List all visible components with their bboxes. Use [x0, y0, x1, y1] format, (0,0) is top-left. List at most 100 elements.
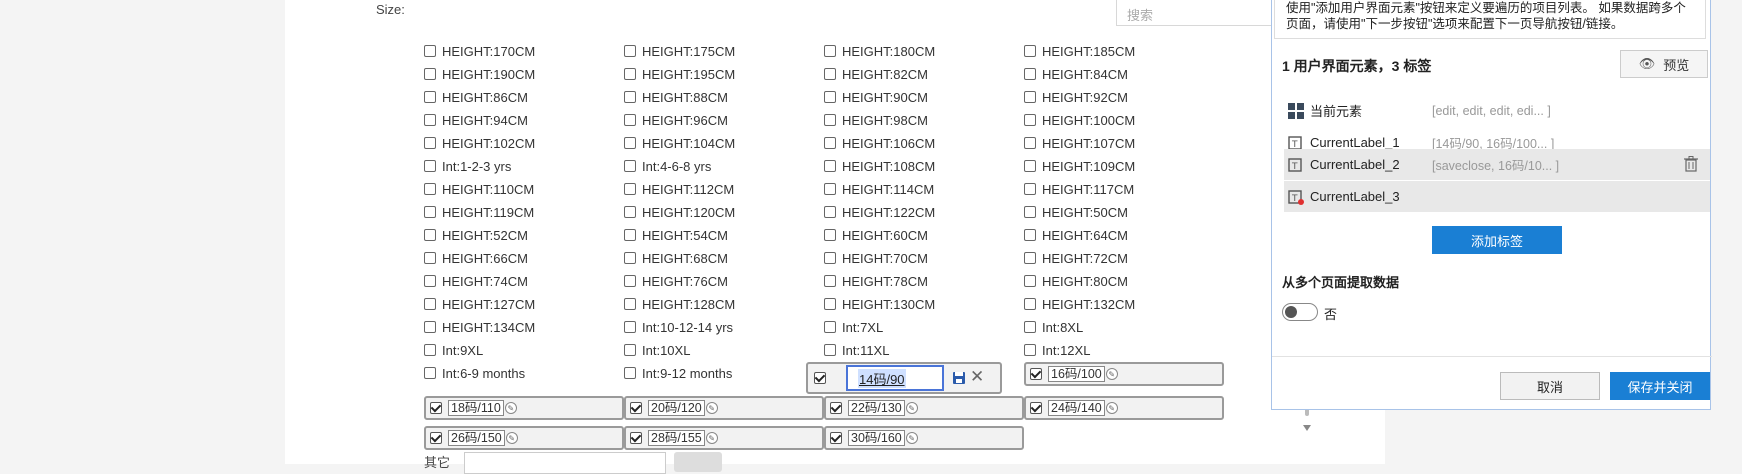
- size-option[interactable]: Int:11XL: [824, 341, 889, 359]
- size-option[interactable]: HEIGHT:185CM: [1024, 42, 1135, 60]
- value-tag[interactable]: 24码/140 ✎: [1024, 396, 1224, 420]
- checkbox[interactable]: [424, 91, 436, 103]
- edit-pencil-icon[interactable]: ✎: [505, 432, 518, 444]
- checkbox-checked[interactable]: [830, 402, 842, 414]
- size-option[interactable]: Int:9XL: [424, 341, 483, 359]
- checkbox[interactable]: [824, 344, 836, 356]
- checkbox[interactable]: [824, 45, 836, 57]
- size-option[interactable]: HEIGHT:109CM: [1024, 157, 1135, 175]
- checkbox[interactable]: [1024, 45, 1036, 57]
- checkbox[interactable]: [424, 344, 436, 356]
- edit-pencil-icon[interactable]: ✎: [705, 402, 718, 414]
- multi-page-toggle[interactable]: [1282, 303, 1318, 321]
- checkbox[interactable]: [624, 91, 636, 103]
- checkbox-checked[interactable]: [830, 432, 842, 444]
- checkbox[interactable]: [824, 160, 836, 172]
- size-option[interactable]: HEIGHT:119CM: [424, 203, 534, 221]
- edit-pencil-icon[interactable]: ✎: [1105, 402, 1118, 414]
- checkbox-checked[interactable]: [1030, 402, 1042, 414]
- size-option[interactable]: HEIGHT:66CM: [424, 249, 528, 267]
- checkbox[interactable]: [624, 114, 636, 126]
- size-option[interactable]: HEIGHT:108CM: [824, 157, 935, 175]
- checkbox[interactable]: [424, 183, 436, 195]
- size-option[interactable]: HEIGHT:76CM: [624, 272, 728, 290]
- size-option[interactable]: HEIGHT:117CM: [1024, 180, 1134, 198]
- checkbox[interactable]: [824, 252, 836, 264]
- checkbox[interactable]: [424, 206, 436, 218]
- checkbox[interactable]: [824, 321, 836, 333]
- checkbox[interactable]: [424, 298, 436, 310]
- save-icon[interactable]: [952, 371, 966, 385]
- search-input[interactable]: 搜索: [1116, 0, 1276, 26]
- cancel-button[interactable]: 取消: [1500, 372, 1600, 400]
- checkbox[interactable]: [824, 298, 836, 310]
- checkbox[interactable]: [424, 321, 436, 333]
- value-tag[interactable]: 22码/130 ✎: [824, 396, 1024, 420]
- checkbox[interactable]: [424, 252, 436, 264]
- size-option[interactable]: HEIGHT:127CM: [424, 295, 535, 313]
- size-option[interactable]: Int:6-9 months: [424, 364, 525, 382]
- size-option[interactable]: Int:10XL: [624, 341, 690, 359]
- edit-pencil-icon[interactable]: ✎: [905, 432, 918, 444]
- size-option[interactable]: HEIGHT:74CM: [424, 272, 528, 290]
- tag-edit-input[interactable]: 14码/90: [846, 365, 944, 391]
- checkbox[interactable]: [1024, 275, 1036, 287]
- size-option[interactable]: HEIGHT:82CM: [824, 65, 928, 83]
- checkbox[interactable]: [1024, 298, 1036, 310]
- checkbox[interactable]: [624, 137, 636, 149]
- other-button[interactable]: [674, 452, 722, 472]
- size-option[interactable]: HEIGHT:110CM: [424, 180, 534, 198]
- add-label-button[interactable]: 添加标签: [1432, 226, 1562, 254]
- trash-icon[interactable]: [1684, 156, 1698, 172]
- size-option[interactable]: HEIGHT:104CM: [624, 134, 735, 152]
- size-option[interactable]: Int:10-12-14 yrs: [624, 318, 733, 336]
- size-option[interactable]: HEIGHT:130CM: [824, 295, 935, 313]
- size-option[interactable]: HEIGHT:50CM: [1024, 203, 1128, 221]
- value-tag[interactable]: 16码/100 ✎: [1024, 362, 1224, 386]
- checkbox[interactable]: [1024, 68, 1036, 80]
- size-option[interactable]: HEIGHT:100CM: [1024, 111, 1135, 129]
- size-option[interactable]: HEIGHT:68CM: [624, 249, 728, 267]
- edit-pencil-icon[interactable]: ✎: [905, 402, 918, 414]
- size-option[interactable]: Int:7XL: [824, 318, 883, 336]
- size-option[interactable]: HEIGHT:64CM: [1024, 226, 1128, 244]
- size-option[interactable]: HEIGHT:78CM: [824, 272, 928, 290]
- checkbox[interactable]: [624, 183, 636, 195]
- checkbox-checked[interactable]: [630, 402, 642, 414]
- size-option[interactable]: HEIGHT:60CM: [824, 226, 928, 244]
- size-option[interactable]: Int:4-6-8 yrs: [624, 157, 711, 175]
- size-option[interactable]: HEIGHT:112CM: [624, 180, 734, 198]
- size-option[interactable]: HEIGHT:190CM: [424, 65, 535, 83]
- value-tag[interactable]: 28码/155 ✎: [624, 426, 824, 450]
- size-option[interactable]: HEIGHT:120CM: [624, 203, 735, 221]
- checkbox[interactable]: [624, 298, 636, 310]
- checkbox[interactable]: [624, 68, 636, 80]
- checkbox[interactable]: [424, 160, 436, 172]
- size-option[interactable]: Int:12XL: [1024, 341, 1090, 359]
- size-option[interactable]: HEIGHT:90CM: [824, 88, 928, 106]
- edit-pencil-icon[interactable]: ✎: [504, 402, 517, 414]
- size-option[interactable]: HEIGHT:92CM: [1024, 88, 1128, 106]
- checkbox[interactable]: [424, 367, 436, 379]
- checkbox[interactable]: [624, 321, 636, 333]
- checkbox[interactable]: [824, 183, 836, 195]
- checkbox[interactable]: [824, 68, 836, 80]
- size-option[interactable]: HEIGHT:102CM: [424, 134, 535, 152]
- size-option[interactable]: HEIGHT:134CM: [424, 318, 535, 336]
- checkbox[interactable]: [424, 275, 436, 287]
- checkbox[interactable]: [624, 45, 636, 57]
- checkbox[interactable]: [624, 367, 636, 379]
- editing-checkbox[interactable]: [814, 369, 832, 387]
- checkbox[interactable]: [424, 229, 436, 241]
- checkbox[interactable]: [824, 229, 836, 241]
- checkbox[interactable]: [424, 137, 436, 149]
- checkbox[interactable]: [824, 137, 836, 149]
- checkbox[interactable]: [624, 275, 636, 287]
- preview-button[interactable]: 👁 预览: [1620, 50, 1708, 78]
- size-option[interactable]: HEIGHT:170CM: [424, 42, 535, 60]
- checkbox[interactable]: [824, 275, 836, 287]
- size-option[interactable]: HEIGHT:98CM: [824, 111, 928, 129]
- checkbox[interactable]: [624, 344, 636, 356]
- checkbox-checked[interactable]: [1030, 368, 1042, 380]
- size-option[interactable]: HEIGHT:96CM: [624, 111, 728, 129]
